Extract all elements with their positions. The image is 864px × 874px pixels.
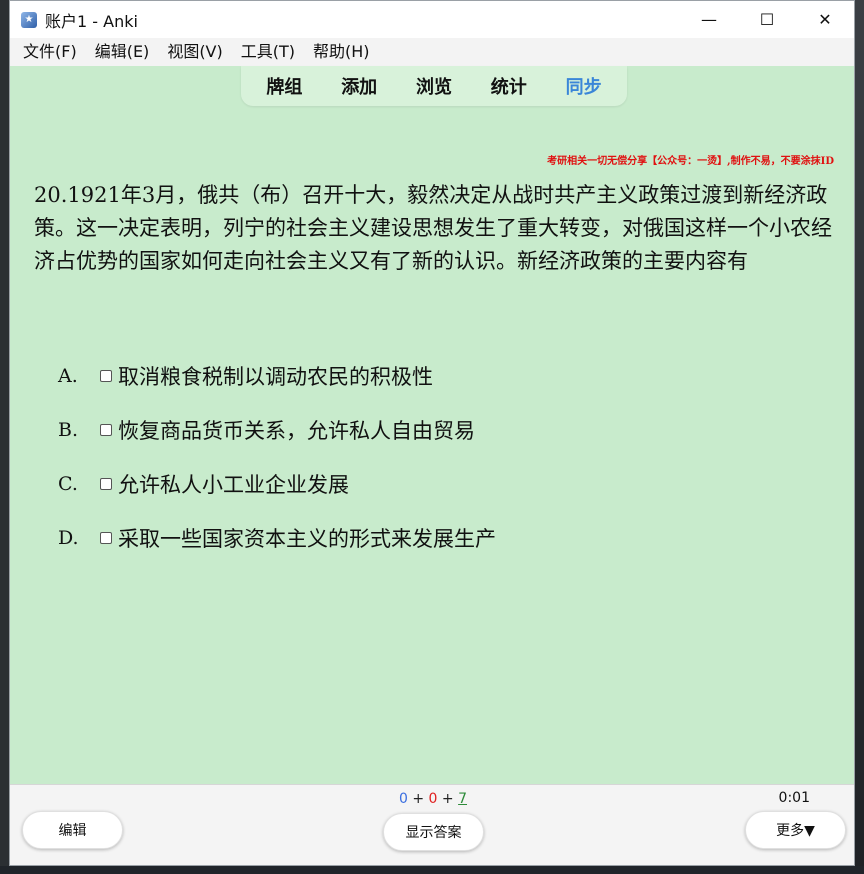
nav-browse[interactable]: 浏览 (416, 73, 452, 99)
learn-count: 0 (428, 791, 438, 807)
maximize-icon: ☐ (759, 10, 775, 29)
card-timer: 0:01 (778, 790, 810, 806)
nav-sync[interactable]: 同步 (566, 73, 602, 99)
review-area: 牌组 添加 浏览 统计 同步 考研相关一切无偿分享【公众号：一烫】,制作不易，不… (10, 66, 854, 784)
question-text: 20.1921年3月，俄共（布）召开十大，毅然决定从战时共产主义政策过渡到新经济… (34, 183, 832, 273)
option-text: 取消粮食税制以调动农民的积极性 (118, 365, 433, 389)
top-nav-bar: 牌组 添加 浏览 统计 同步 (241, 66, 627, 106)
option-c: C. 允许私人小工业企业发展 (58, 457, 818, 511)
more-button[interactable]: 更多▼ (745, 811, 846, 849)
option-checkbox[interactable] (100, 478, 112, 490)
option-checkbox[interactable] (100, 424, 112, 436)
show-answer-button[interactable]: 显示答案 (383, 813, 484, 851)
desktop-background-edge (855, 0, 864, 874)
close-icon: ✕ (818, 10, 832, 29)
nav-add[interactable]: 添加 (341, 73, 377, 99)
option-checkbox[interactable] (100, 532, 112, 544)
count-separator: + (441, 791, 454, 807)
minimize-icon: — (701, 10, 717, 29)
option-a: A. 取消粮食税制以调动农民的积极性 (58, 349, 818, 403)
menu-tools[interactable]: 工具(T) (232, 38, 304, 66)
window-controls: — ☐ ✕ (680, 1, 854, 38)
nav-decks[interactable]: 牌组 (266, 73, 302, 99)
minimize-button[interactable]: — (680, 1, 738, 38)
close-button[interactable]: ✕ (796, 1, 854, 38)
maximize-button[interactable]: ☐ (738, 1, 796, 38)
nav-stats[interactable]: 统计 (491, 73, 527, 99)
anki-window: ★ 账户1 - Anki — ☐ ✕ 文件(F) 编辑(E) 视图(V) 工具(… (9, 0, 855, 866)
bottom-bar: 0 + 0 + 7 0:01 编辑 显示答案 更多▼ (10, 784, 854, 865)
menu-help[interactable]: 帮助(H) (304, 38, 379, 66)
menu-view[interactable]: 视图(V) (158, 38, 231, 66)
desktop-background-bottom (0, 866, 864, 874)
option-letter: D. (58, 527, 79, 549)
menu-edit[interactable]: 编辑(E) (86, 38, 159, 66)
options-list: A. 取消粮食税制以调动农民的积极性 B. 恢复商品货币关系，允许私人自由贸易 … (58, 349, 818, 565)
option-text: 允许私人小工业企业发展 (118, 473, 349, 497)
option-text: 采取一些国家资本主义的形式来发展生产 (118, 527, 496, 551)
menu-bar: 文件(F) 编辑(E) 视图(V) 工具(T) 帮助(H) (10, 38, 854, 66)
option-letter: C. (58, 473, 78, 495)
option-letter: B. (58, 419, 79, 441)
option-checkbox[interactable] (100, 370, 112, 382)
new-count: 0 (398, 791, 408, 807)
review-count: 7 (458, 791, 468, 807)
option-letter: A. (58, 365, 78, 387)
due-counts: 0 + 0 + 7 (10, 791, 854, 807)
card-notice: 考研相关一切无偿分享【公众号：一烫】,制作不易，不要涂抹ID (547, 156, 834, 167)
option-d: D. 采取一些国家资本主义的形式来发展生产 (58, 511, 818, 565)
option-text: 恢复商品货币关系，允许私人自由贸易 (118, 419, 475, 443)
window-title: 账户1 - Anki (45, 11, 138, 31)
title-bar[interactable]: ★ 账户1 - Anki — ☐ ✕ (10, 1, 854, 38)
count-separator: + (412, 791, 425, 807)
anki-star-icon: ★ (21, 11, 37, 28)
option-b: B. 恢复商品货币关系，允许私人自由贸易 (58, 403, 818, 457)
edit-button[interactable]: 编辑 (22, 811, 123, 849)
menu-file[interactable]: 文件(F) (14, 38, 86, 66)
